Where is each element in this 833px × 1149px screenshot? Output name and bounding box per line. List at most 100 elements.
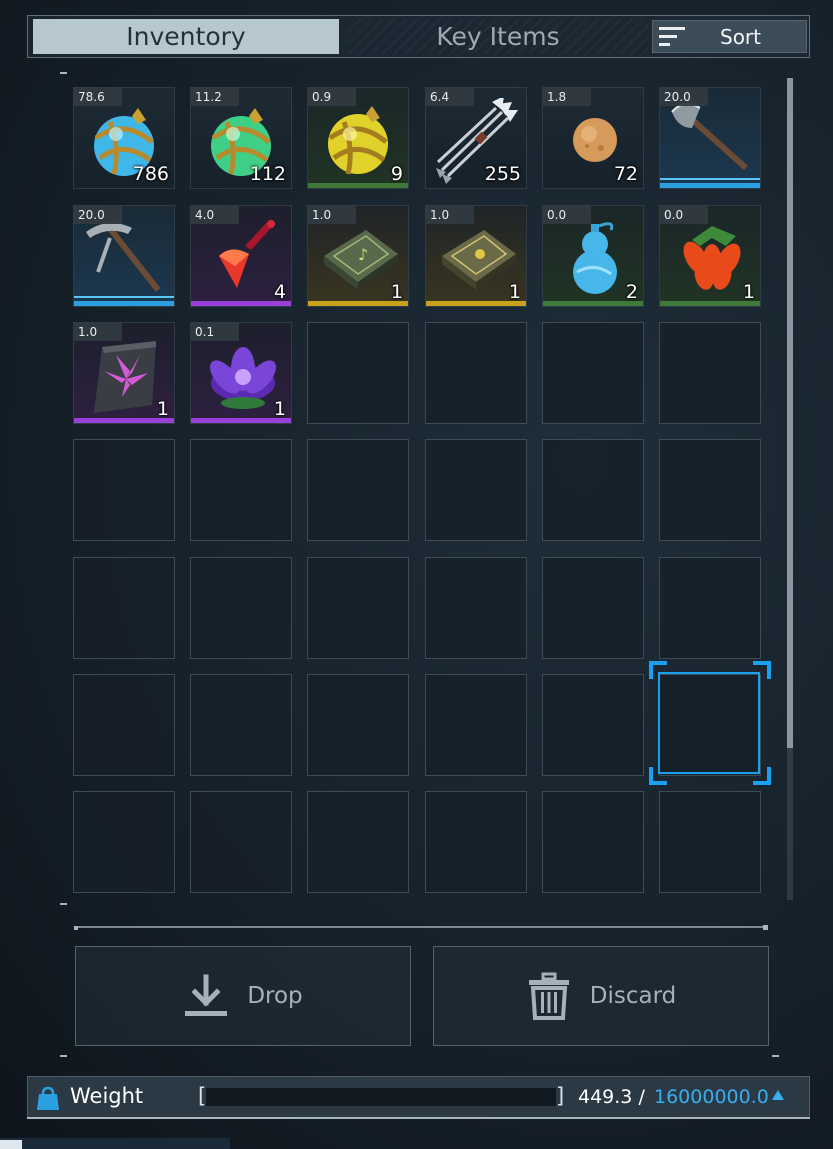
inventory-slot-empty[interactable] [542, 791, 644, 893]
tab-bar: Inventory Key Items Sort [27, 15, 810, 58]
inventory-slot-sphere-blue[interactable]: 78.6 786 [73, 87, 175, 189]
inventory-slot-empty[interactable] [307, 674, 409, 776]
scrollbar-thumb[interactable] [787, 78, 793, 748]
frame-corner [60, 72, 67, 74]
trash-icon [528, 972, 569, 1020]
inventory-slot-empty[interactable] [425, 439, 527, 541]
drop-button[interactable]: Drop [75, 946, 411, 1046]
inventory-slot-empty[interactable] [659, 791, 761, 893]
item-weight: 20.0 [74, 206, 122, 224]
sort-icon [659, 27, 685, 46]
inventory-slot-stone-tablet[interactable]: 1.0 1 [73, 322, 175, 424]
rarity-bar [660, 183, 760, 188]
inventory-slot-gourd[interactable]: 0.0 2 [542, 205, 644, 307]
weight-up-arrow-icon [772, 1090, 784, 1100]
frame-corner [60, 903, 67, 905]
frame-corner [60, 1055, 67, 1057]
item-quantity: 2 [625, 281, 638, 303]
inventory-slot-axe[interactable]: 20.0 [659, 87, 761, 189]
inventory-slot-empty[interactable] [659, 439, 761, 541]
inventory-slot-empty[interactable] [542, 557, 644, 659]
item-weight: 11.2 [191, 88, 239, 106]
inventory-slot-empty[interactable] [307, 322, 409, 424]
inventory-slot-empty[interactable] [73, 791, 175, 893]
item-quantity: 112 [249, 163, 286, 185]
inventory-slot-sphere-green[interactable]: 11.2 112 [190, 87, 292, 189]
inventory-slot-sphere-yellow[interactable]: 0.9 9 [307, 87, 409, 189]
inventory-slot-empty[interactable] [190, 557, 292, 659]
inventory-slot-empty[interactable] [425, 674, 527, 776]
slot-selection-cursor [649, 661, 771, 785]
discard-button[interactable]: Discard [433, 946, 769, 1046]
rarity-bar [191, 301, 291, 306]
inventory-slot-empty[interactable] [190, 674, 292, 776]
inventory-slot-empty[interactable] [307, 439, 409, 541]
inventory-slot-empty[interactable] [425, 322, 527, 424]
item-quantity: 1 [508, 281, 521, 303]
weight-bar: Weight [ ] 449.3 / 16000000.0 [27, 1076, 810, 1118]
inventory-slot-empty[interactable] [190, 791, 292, 893]
item-weight: 0.0 [543, 206, 591, 224]
inventory-slot-orb-brown[interactable]: 1.8 72 [542, 87, 644, 189]
item-quantity: 1 [273, 398, 286, 420]
rarity-bar [308, 301, 408, 306]
weight-bracket-right: ] [556, 1084, 565, 1108]
weight-bag-icon [37, 1086, 59, 1110]
inventory-slot-empty[interactable] [425, 791, 527, 893]
inventory-slot-empty[interactable] [190, 439, 292, 541]
rarity-bar [74, 301, 174, 306]
inventory-slot-purple-lotus[interactable]: 0.1 1 [190, 322, 292, 424]
inventory-slot-book-gold[interactable]: 1.0 1 [425, 205, 527, 307]
inventory-slot-empty[interactable] [73, 674, 175, 776]
item-weight: 78.6 [74, 88, 122, 106]
item-quantity: 72 [613, 163, 638, 185]
divider-end [763, 925, 768, 930]
weight-label: Weight [70, 1084, 144, 1108]
rarity-bar [660, 301, 760, 306]
rarity-bar [308, 183, 408, 188]
rarity-bar-secondary [660, 178, 760, 180]
inventory-slot-empty[interactable] [659, 557, 761, 659]
background-strip-light [0, 1140, 22, 1149]
inventory-slot-empty[interactable] [542, 439, 644, 541]
inventory-slot-book-green[interactable]: ♪ 1.0 1 [307, 205, 409, 307]
rarity-bar [74, 418, 174, 423]
item-quantity: 1 [390, 281, 403, 303]
inventory-slot-empty[interactable] [73, 557, 175, 659]
discard-label: Discard [589, 983, 677, 1009]
tab-inventory[interactable]: Inventory [33, 19, 339, 54]
tab-key-items[interactable]: Key Items [348, 19, 648, 54]
weight-current: 449.3 / [578, 1086, 645, 1108]
item-quantity: 1 [742, 281, 755, 303]
sort-label: Sort [720, 24, 761, 49]
weight-bracket-left: [ [198, 1084, 207, 1108]
pickaxe-icon [80, 216, 170, 302]
item-quantity: 1 [156, 398, 169, 420]
item-quantity: 255 [484, 163, 521, 185]
inventory-slot-empty[interactable] [307, 791, 409, 893]
inventory-slot-red-flower[interactable]: 0.0 1 [659, 205, 761, 307]
rarity-bar [191, 418, 291, 423]
inventory-slot-arrows[interactable]: 6.4 255 [425, 87, 527, 189]
inventory-slot-empty[interactable] [659, 322, 761, 424]
item-quantity: 9 [390, 163, 403, 185]
inventory-slot-empty[interactable] [307, 557, 409, 659]
inventory-slot-red-gem[interactable]: 4.0 4 [190, 205, 292, 307]
download-icon [185, 974, 228, 1016]
rarity-bar [426, 301, 526, 306]
weight-bar-underline [27, 1117, 810, 1119]
weight-progress-track [206, 1088, 556, 1106]
item-weight: 6.4 [426, 88, 474, 106]
drop-label: Drop [247, 983, 303, 1009]
item-weight: 0.1 [191, 323, 239, 341]
inventory-slot-empty[interactable] [542, 322, 644, 424]
inventory-slot-empty[interactable] [73, 439, 175, 541]
sort-button[interactable]: Sort [652, 20, 807, 53]
inventory-slot-pickaxe[interactable]: 20.0 [73, 205, 175, 307]
inventory-slot-empty[interactable] [542, 674, 644, 776]
inventory-slot-empty[interactable] [425, 557, 527, 659]
item-weight: 4.0 [191, 206, 239, 224]
rarity-bar-secondary [74, 296, 174, 298]
weight-max: 16000000.0 [654, 1086, 769, 1108]
item-weight: 1.0 [308, 206, 356, 224]
